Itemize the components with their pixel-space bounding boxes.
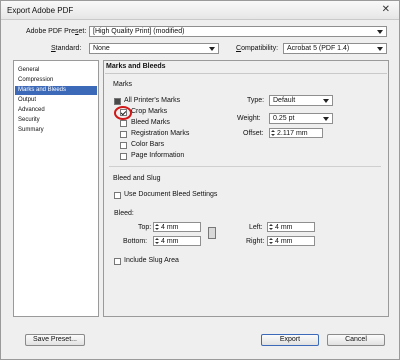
link-chain-icon[interactable] <box>208 227 216 239</box>
offset-input[interactable]: 2.117 mm <box>269 128 323 138</box>
all-printers-marks-label: All Printer's Marks <box>124 97 181 104</box>
export-button[interactable]: Export <box>261 334 319 346</box>
compatibility-select[interactable]: Acrobat 5 (PDF 1.4) <box>283 43 387 54</box>
bleed-left-input[interactable]: 4 mm <box>267 222 315 232</box>
sidebar: General Compression Marks and Bleeds Out… <box>13 60 99 317</box>
standard-value: None <box>93 45 110 52</box>
stepper-icon[interactable] <box>269 238 273 244</box>
sidebar-item-compression[interactable]: Compression <box>15 76 97 85</box>
type-select[interactable]: Default <box>269 95 333 106</box>
marks-group-title: Marks <box>113 81 133 88</box>
chevron-down-icon <box>209 47 215 51</box>
save-preset-button[interactable]: Save Preset... <box>25 334 85 346</box>
sidebar-item-advanced[interactable]: Advanced <box>15 106 97 115</box>
standard-select[interactable]: None <box>89 43 219 54</box>
top-label: Top: <box>138 224 152 231</box>
page-information-label: Page Information <box>131 152 185 159</box>
sidebar-item-security[interactable]: Security <box>15 116 97 125</box>
bleed-right-input[interactable]: 4 mm <box>267 236 315 246</box>
chevron-down-icon <box>323 117 329 121</box>
right-label: Right: <box>246 238 265 245</box>
left-label: Left: <box>249 224 263 231</box>
include-slug-checkbox[interactable] <box>114 258 121 265</box>
highlight-circle <box>114 106 132 120</box>
bottom-label: Bottom: <box>123 238 148 245</box>
sidebar-item-marks-and-bleeds[interactable]: Marks and Bleeds <box>15 86 97 95</box>
chevron-down-icon <box>323 99 329 103</box>
sidebar-item-summary[interactable]: Summary <box>15 126 97 135</box>
bleed-marks-label: Bleed Marks <box>131 119 170 126</box>
type-label: Type: <box>247 97 265 104</box>
section-divider <box>105 61 387 74</box>
page-information-checkbox[interactable] <box>120 153 127 160</box>
stepper-icon[interactable] <box>155 238 159 244</box>
standard-label: Standard: <box>51 45 82 52</box>
use-document-bleed-checkbox[interactable] <box>114 192 121 199</box>
all-printers-marks-checkbox[interactable] <box>114 98 121 105</box>
weight-value: 0.25 pt <box>273 115 295 122</box>
sidebar-item-general[interactable]: General <box>15 66 97 75</box>
cancel-button[interactable]: Cancel <box>327 334 385 346</box>
include-slug-label: Include Slug Area <box>124 257 179 264</box>
stepper-icon[interactable] <box>269 224 273 230</box>
use-document-bleed-label: Use Document Bleed Settings <box>124 191 218 198</box>
preset-select[interactable]: [High Quality Print] (modified) <box>89 26 387 37</box>
registration-marks-label: Registration Marks <box>131 130 190 137</box>
bleed-group-title: Bleed and Slug <box>113 175 161 182</box>
preset-label: Adobe PDF Preset: <box>26 28 87 35</box>
crop-marks-label: Crop Marks <box>131 108 168 115</box>
color-bars-checkbox[interactable] <box>120 142 127 149</box>
weight-label: Weight: <box>237 115 261 122</box>
compatibility-label: Compatibility: <box>236 45 279 52</box>
export-pdf-dialog: Export Adobe PDF ✕ Adobe PDF Preset: [Hi… <box>0 0 400 360</box>
stepper-icon[interactable] <box>155 224 159 230</box>
type-value: Default <box>273 97 296 104</box>
color-bars-label: Color Bars <box>131 141 165 148</box>
window-title: Export Adobe PDF <box>7 6 74 15</box>
stepper-icon[interactable] <box>271 130 275 136</box>
offset-label: Offset: <box>243 130 264 137</box>
registration-marks-checkbox[interactable] <box>120 131 127 138</box>
bleed-marks-checkbox[interactable] <box>120 120 127 127</box>
preset-value: [High Quality Print] (modified) <box>93 28 185 35</box>
title-bar: Export Adobe PDF ✕ <box>1 1 399 20</box>
bleed-bottom-input[interactable]: 4 mm <box>153 236 201 246</box>
chevron-down-icon <box>377 47 383 51</box>
sidebar-item-output[interactable]: Output <box>15 96 97 105</box>
bleed-label: Bleed: <box>114 210 134 217</box>
chevron-down-icon <box>377 30 383 34</box>
bleed-top-input[interactable]: 4 mm <box>153 222 201 232</box>
compatibility-value: Acrobat 5 (PDF 1.4) <box>287 45 350 52</box>
close-icon[interactable]: ✕ <box>382 4 390 15</box>
weight-select[interactable]: 0.25 pt <box>269 113 333 124</box>
